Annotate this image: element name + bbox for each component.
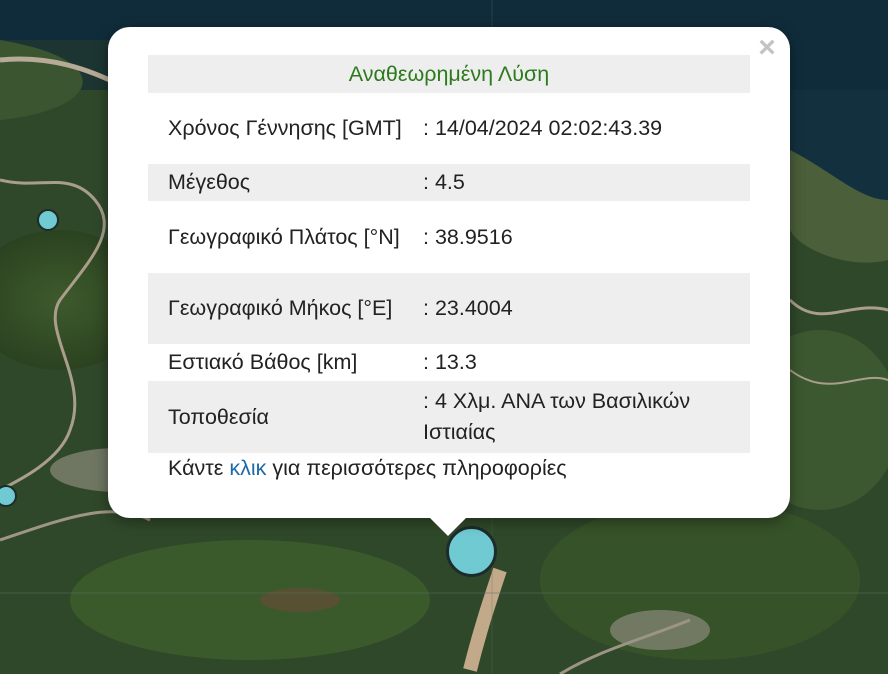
location-value: : 4 Χλμ. ΑΝΑ των Βασιλικών Ιστιαίας	[403, 381, 750, 453]
depth-label: Εστιακό Βάθος [km]	[168, 350, 358, 374]
latitude-value: : 38.9516	[423, 224, 513, 249]
more-info-link[interactable]: κλικ	[229, 456, 266, 480]
table-row: Μέγεθος : 4.5	[148, 164, 750, 201]
close-icon[interactable]: ×	[752, 33, 782, 63]
popup-tip	[428, 516, 468, 536]
more-info-suffix: για περισσότερες πληροφορίες	[266, 456, 567, 480]
popup-title-row: Αναθεωρημένη Λύση	[148, 55, 750, 93]
table-row: Εστιακό Βάθος [km] : 13.3	[148, 344, 750, 381]
more-info-text: Κάντε κλικ για περισσότερες πληροφορίες	[168, 456, 567, 481]
longitude-label: Γεωγραφικό Μήκος [°E]	[148, 273, 403, 344]
location-label: Τοποθεσία	[148, 381, 403, 453]
origin-time-value: : 14/04/2024 02:02:43.39	[423, 116, 663, 140]
origin-time-label: Χρόνος Γέννησης [GMT]	[168, 116, 402, 140]
longitude-value: : 23.4004	[403, 273, 750, 344]
popup-title: Αναθεωρημένη Λύση	[148, 55, 750, 93]
table-row: Χρόνος Γέννησης [GMT] : 14/04/2024 02:02…	[148, 93, 750, 164]
magnitude-value: : 4.5	[403, 164, 750, 201]
earthquake-details-table: Αναθεωρημένη Λύση Χρόνος Γέννησης [GMT] …	[148, 55, 750, 453]
latitude-label: Γεωγραφικό Πλάτος [°N]	[168, 224, 400, 249]
table-row: Γεωγραφικό Μήκος [°E] : 23.4004	[148, 273, 750, 344]
table-row: Τοποθεσία : 4 Χλμ. ΑΝΑ των Βασιλικών Ιστ…	[148, 381, 750, 453]
table-row: Γεωγραφικό Πλάτος [°N] : 38.9516	[148, 201, 750, 273]
depth-value: : 13.3	[423, 350, 477, 374]
magnitude-label: Μέγεθος	[148, 164, 403, 201]
more-info-prefix: Κάντε	[168, 456, 230, 480]
earthquake-marker[interactable]	[37, 209, 59, 231]
